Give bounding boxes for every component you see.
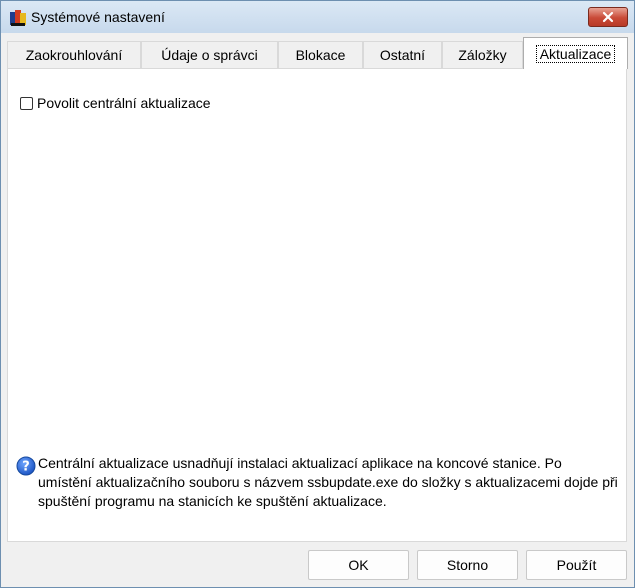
- app-icon: [9, 9, 27, 27]
- window-title: Systémové nastavení: [31, 9, 165, 25]
- tab-label: Blokace: [295, 47, 346, 63]
- tab-label: Ostatní: [379, 47, 426, 63]
- tab-panel-aktualizace: Povolit centrální aktualizace ? Centráln…: [7, 68, 627, 542]
- settings-window: Systémové nastavení Zaokrouhlování Údaje…: [0, 0, 635, 588]
- close-icon: [602, 11, 614, 23]
- title-bar: Systémové nastavení: [1, 1, 634, 33]
- tab-label: Údaje o správci: [161, 47, 258, 63]
- info-text: Centrální aktualizace usnadňují instalac…: [38, 455, 618, 509]
- close-button[interactable]: [588, 7, 628, 27]
- tab-label: Zaokrouhlování: [25, 47, 123, 63]
- tab-label: Aktualizace: [535, 44, 616, 63]
- tab-strip: Zaokrouhlování Údaje o správci Blokace O…: [7, 37, 628, 69]
- enable-central-updates-label: Povolit centrální aktualizace: [37, 95, 211, 111]
- info-icon: ?: [16, 456, 36, 476]
- enable-central-updates-checkbox[interactable]: [20, 96, 33, 110]
- tab-blokace[interactable]: Blokace: [278, 41, 363, 68]
- apply-button[interactable]: Použít: [526, 550, 627, 580]
- tab-label: Záložky: [458, 47, 507, 63]
- tab-zalozky[interactable]: Záložky: [442, 41, 523, 68]
- cancel-button[interactable]: Storno: [417, 550, 518, 580]
- tab-aktualizace[interactable]: Aktualizace: [523, 37, 628, 69]
- tab-ostatni[interactable]: Ostatní: [363, 41, 442, 68]
- enable-central-updates-option[interactable]: Povolit centrální aktualizace: [20, 95, 211, 111]
- svg-text:?: ?: [22, 460, 30, 475]
- ok-button[interactable]: OK: [308, 550, 409, 580]
- tab-zaokrouhlovani[interactable]: Zaokrouhlování: [7, 41, 141, 68]
- tab-udaje-o-spravci[interactable]: Údaje o správci: [141, 41, 278, 68]
